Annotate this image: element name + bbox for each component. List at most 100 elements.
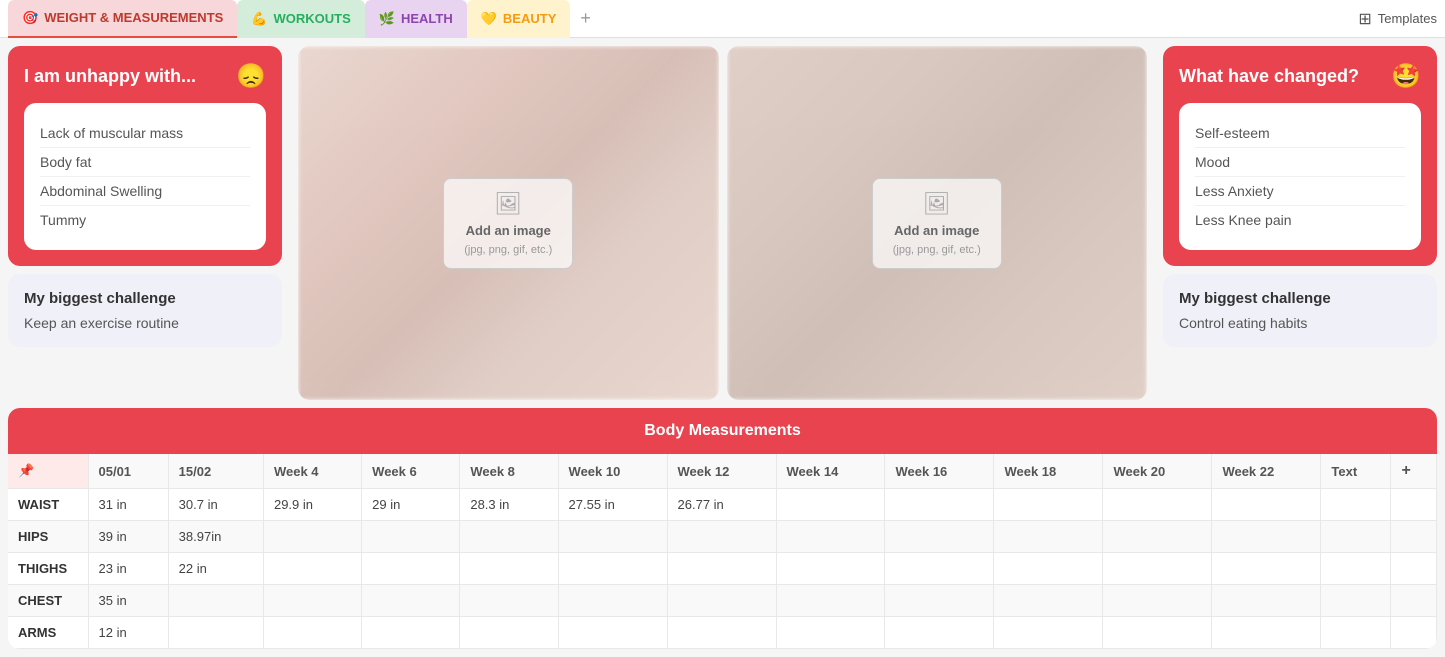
cell-value[interactable] [1391, 489, 1437, 521]
col-week4[interactable]: Week 4 [263, 454, 361, 489]
cell-value[interactable] [1212, 521, 1321, 553]
cell-value[interactable] [885, 617, 994, 649]
cell-value[interactable] [1321, 553, 1391, 585]
cell-value[interactable] [1391, 521, 1437, 553]
cell-value[interactable] [776, 521, 885, 553]
main-area: I am unhappy with... 😞 Lack of muscular … [0, 38, 1445, 408]
col-week20[interactable]: Week 20 [1103, 454, 1212, 489]
cell-value[interactable]: 29.9 in [263, 489, 361, 521]
cell-value[interactable] [1321, 617, 1391, 649]
add-column-button[interactable]: + [1391, 454, 1437, 489]
cell-value[interactable] [1212, 617, 1321, 649]
tab-health[interactable]: 🌿 HEALTH [365, 0, 467, 38]
cell-value[interactable] [263, 521, 361, 553]
col-week14[interactable]: Week 14 [776, 454, 885, 489]
cell-value[interactable] [558, 521, 667, 553]
cell-value[interactable] [1212, 553, 1321, 585]
tab-weight[interactable]: 🎯 WEIGHT & MEASUREMENTS [8, 0, 237, 38]
cell-value[interactable] [168, 617, 263, 649]
col-week6[interactable]: Week 6 [362, 454, 460, 489]
cell-value[interactable] [994, 585, 1103, 617]
cell-value[interactable] [1321, 521, 1391, 553]
cell-value[interactable] [667, 617, 776, 649]
cell-value[interactable] [885, 489, 994, 521]
cell-value[interactable]: 39 in [88, 521, 168, 553]
col-05-01[interactable]: 05/01 [88, 454, 168, 489]
cell-value[interactable] [885, 553, 994, 585]
add-tab-button[interactable]: + [570, 4, 601, 33]
row-label: CHEST [8, 585, 88, 617]
col-15-02[interactable]: 15/02 [168, 454, 263, 489]
cell-value[interactable]: 30.7 in [168, 489, 263, 521]
list-item: Mood [1195, 148, 1405, 177]
cell-value[interactable] [362, 617, 460, 649]
col-week10[interactable]: Week 10 [558, 454, 667, 489]
cell-value[interactable] [460, 553, 558, 585]
cell-value[interactable] [1391, 617, 1437, 649]
cell-value[interactable] [667, 521, 776, 553]
cell-value[interactable] [776, 553, 885, 585]
table-row: WAIST31 in30.7 in29.9 in29 in28.3 in27.5… [8, 489, 1437, 521]
cell-value[interactable]: 26.77 in [667, 489, 776, 521]
cell-value[interactable] [667, 553, 776, 585]
image-icon-left: 🖼 [494, 191, 522, 217]
cell-value[interactable] [1103, 521, 1212, 553]
cell-value[interactable] [558, 553, 667, 585]
cell-value[interactable] [1212, 585, 1321, 617]
cell-value[interactable] [994, 489, 1103, 521]
cell-value[interactable]: 22 in [168, 553, 263, 585]
col-text[interactable]: Text [1321, 454, 1391, 489]
cell-value[interactable] [994, 521, 1103, 553]
cell-value[interactable]: 29 in [362, 489, 460, 521]
cell-value[interactable] [885, 521, 994, 553]
cell-value[interactable] [667, 585, 776, 617]
cell-value[interactable] [362, 553, 460, 585]
cell-value[interactable] [1103, 585, 1212, 617]
tab-workouts[interactable]: 💪 WORKOUTS [237, 0, 364, 38]
image-upload-left[interactable]: 🖼 Add an image (jpg, png, gif, etc.) [443, 178, 573, 269]
cell-value[interactable] [776, 617, 885, 649]
col-week12[interactable]: Week 12 [667, 454, 776, 489]
cell-value[interactable] [460, 617, 558, 649]
cell-value[interactable] [168, 585, 263, 617]
cell-value[interactable] [776, 585, 885, 617]
templates-button[interactable]: ⊞ Templates [1358, 9, 1437, 29]
cell-value[interactable]: 31 in [88, 489, 168, 521]
cell-value[interactable] [263, 553, 361, 585]
cell-value[interactable] [1103, 553, 1212, 585]
col-week16[interactable]: Week 16 [885, 454, 994, 489]
tab-beauty[interactable]: 💛 BEAUTY [467, 0, 571, 38]
col-week22[interactable]: Week 22 [1212, 454, 1321, 489]
cell-value[interactable] [1103, 489, 1212, 521]
cell-value[interactable]: 35 in [88, 585, 168, 617]
cell-value[interactable] [263, 585, 361, 617]
left-challenge-text: Keep an exercise routine [24, 315, 266, 331]
cell-value[interactable] [1321, 585, 1391, 617]
cell-value[interactable] [1391, 585, 1437, 617]
cell-value[interactable]: 27.55 in [558, 489, 667, 521]
cell-value[interactable] [1391, 553, 1437, 585]
cell-value[interactable] [362, 585, 460, 617]
col-week18[interactable]: Week 18 [994, 454, 1103, 489]
cell-value[interactable]: 12 in [88, 617, 168, 649]
cell-value[interactable]: 23 in [88, 553, 168, 585]
cell-value[interactable] [1321, 489, 1391, 521]
cell-value[interactable] [460, 585, 558, 617]
image-panel-right[interactable]: 🖼 Add an image (jpg, png, gif, etc.) [727, 46, 1148, 400]
cell-value[interactable] [558, 617, 667, 649]
cell-value[interactable]: 28.3 in [460, 489, 558, 521]
cell-value[interactable] [994, 617, 1103, 649]
col-week8[interactable]: Week 8 [460, 454, 558, 489]
cell-value[interactable]: 38.97in [168, 521, 263, 553]
cell-value[interactable] [994, 553, 1103, 585]
cell-value[interactable] [1103, 617, 1212, 649]
image-upload-right[interactable]: 🖼 Add an image (jpg, png, gif, etc.) [872, 178, 1002, 269]
cell-value[interactable] [460, 521, 558, 553]
cell-value[interactable] [263, 617, 361, 649]
image-panel-left[interactable]: 🖼 Add an image (jpg, png, gif, etc.) [298, 46, 719, 400]
cell-value[interactable] [1212, 489, 1321, 521]
cell-value[interactable] [558, 585, 667, 617]
cell-value[interactable] [362, 521, 460, 553]
cell-value[interactable] [885, 585, 994, 617]
cell-value[interactable] [776, 489, 885, 521]
